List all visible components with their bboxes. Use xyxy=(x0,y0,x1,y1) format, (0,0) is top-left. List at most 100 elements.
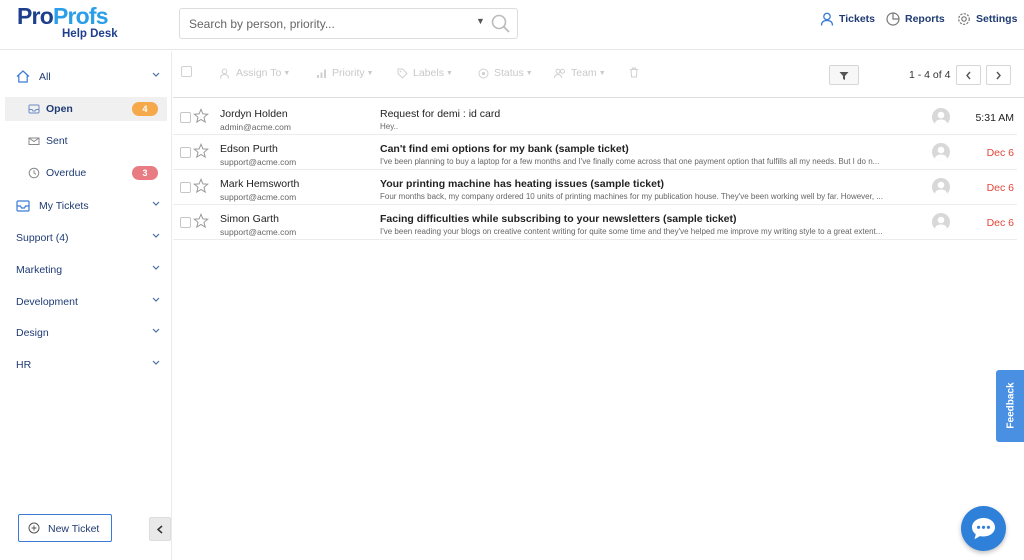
ticket-time: Dec 6 xyxy=(986,147,1014,159)
overdue-count-badge: 3 xyxy=(132,166,158,180)
ticket-subject[interactable]: Facing difficulties while subscribing to… xyxy=(380,213,737,225)
priority-dropdown[interactable]: Priority ▼ xyxy=(316,67,374,79)
avatar xyxy=(932,213,950,231)
next-page-button[interactable] xyxy=(986,65,1011,85)
inbox-stack-icon xyxy=(16,200,30,212)
requester-email: support@acme.com xyxy=(220,157,297,167)
status-icon xyxy=(478,68,489,78)
chevron-down-icon xyxy=(152,265,160,270)
requester-name: Jordyn Holden xyxy=(220,108,288,120)
team-dropdown[interactable]: Team ▼ xyxy=(554,67,606,79)
logo-subtitle: Help Desk xyxy=(62,28,118,40)
star-icon[interactable] xyxy=(193,213,209,229)
chevron-down-icon xyxy=(152,233,160,238)
pagination-text: 1 - 4 of 4 xyxy=(909,69,951,81)
sidebar-item-all[interactable]: All xyxy=(0,64,172,90)
ticket-row[interactable]: Mark Hemsworth support@acme.com Your pri… xyxy=(173,170,1017,205)
select-all-checkbox[interactable] xyxy=(181,66,192,77)
pie-chart-icon xyxy=(886,12,900,26)
ticket-preview: Hey.. xyxy=(380,122,399,131)
ticket-subject[interactable]: Your printing machine has heating issues… xyxy=(380,178,664,190)
chevron-left-icon xyxy=(966,71,971,80)
row-checkbox[interactable] xyxy=(180,147,191,158)
proprofs-logo[interactable]: ProProfs Help Desk xyxy=(17,3,129,47)
chat-button[interactable] xyxy=(961,506,1006,551)
chevron-down-icon xyxy=(152,360,160,365)
top-header: ProProfs Help Desk ▼ Tickets Reports Set… xyxy=(0,0,1024,50)
feedback-tab[interactable]: Feedback xyxy=(996,370,1024,442)
team-icon xyxy=(554,68,565,78)
nav-tickets[interactable]: Tickets xyxy=(820,12,875,26)
requester-name: Edson Purth xyxy=(220,143,278,155)
avatar xyxy=(932,143,950,161)
labels-dropdown[interactable]: Labels ▼ xyxy=(397,67,453,79)
filter-button[interactable] xyxy=(829,65,859,85)
open-count-badge: 4 xyxy=(132,102,158,116)
requester-name: Simon Garth xyxy=(220,213,279,225)
ticket-subject[interactable]: Request for demi : id card xyxy=(380,108,500,120)
requester-email: support@acme.com xyxy=(220,192,297,202)
gear-icon xyxy=(958,13,970,25)
star-icon[interactable] xyxy=(193,178,209,194)
row-checkbox[interactable] xyxy=(180,217,191,228)
chevron-down-icon xyxy=(152,72,160,77)
nav-settings[interactable]: Settings xyxy=(957,12,1017,26)
star-icon[interactable] xyxy=(193,143,209,159)
requester-name: Mark Hemsworth xyxy=(220,178,300,190)
chat-bubble-icon xyxy=(972,518,995,540)
avatar xyxy=(932,108,950,126)
ticket-preview: Four months back, my company ordered 10 … xyxy=(380,192,883,201)
sidebar-group-hr[interactable]: HR xyxy=(0,352,172,378)
delete-button[interactable] xyxy=(629,67,644,78)
chevron-left-icon xyxy=(156,525,163,534)
star-icon[interactable] xyxy=(193,108,209,124)
search-dropdown-icon[interactable]: ▼ xyxy=(476,16,485,26)
sidebar-group-development[interactable]: Development xyxy=(0,289,172,315)
sidebar-item-sent[interactable]: Sent xyxy=(5,129,167,153)
avatar xyxy=(932,178,950,196)
ticket-time: Dec 6 xyxy=(986,182,1014,194)
sidebar-item-my-tickets[interactable]: My Tickets xyxy=(0,193,172,219)
row-checkbox[interactable] xyxy=(180,112,191,123)
sidebar-item-open[interactable]: Open 4 xyxy=(5,97,167,121)
ticket-time: Dec 6 xyxy=(986,217,1014,229)
user-icon xyxy=(820,12,834,26)
previous-page-button[interactable] xyxy=(956,65,981,85)
new-ticket-button[interactable]: New Ticket xyxy=(18,514,112,542)
sidebar: All Open 4 Sent Overdue 3 My Tickets Sup… xyxy=(0,51,172,560)
sidebar-group-support[interactable]: Support (4) xyxy=(0,225,172,251)
ticket-preview: I've been reading your blogs on creative… xyxy=(380,227,883,236)
clock-icon xyxy=(28,167,40,179)
inbox-icon xyxy=(28,104,40,114)
sidebar-item-overdue[interactable]: Overdue 3 xyxy=(5,161,167,185)
ticket-row[interactable]: Simon Garth support@acme.com Facing diff… xyxy=(173,205,1017,240)
ticket-toolbar: Assign To ▼ Priority ▼ Labels ▼ Status ▼ Tea… xyxy=(173,51,1024,98)
chevron-right-icon xyxy=(996,71,1001,80)
requester-email: admin@acme.com xyxy=(220,122,291,132)
search-input[interactable] xyxy=(180,9,470,38)
ticket-row[interactable]: Jordyn Holden admin@acme.com Request for… xyxy=(173,100,1017,135)
nav-reports[interactable]: Reports xyxy=(886,12,945,26)
row-checkbox[interactable] xyxy=(180,182,191,193)
ticket-time: 5:31 AM xyxy=(975,112,1014,124)
assign-to-dropdown[interactable]: Assign To ▼ xyxy=(220,67,290,79)
user-plus-icon xyxy=(220,68,229,79)
sidebar-group-marketing[interactable]: Marketing xyxy=(0,257,172,283)
collapse-sidebar-button[interactable] xyxy=(149,517,171,541)
chevron-down-icon xyxy=(152,297,160,302)
chevron-down-icon xyxy=(152,328,160,333)
priority-bars-icon xyxy=(317,69,326,78)
home-icon xyxy=(16,70,30,83)
tag-icon xyxy=(397,68,408,79)
send-icon xyxy=(28,137,40,145)
status-dropdown[interactable]: Status ▼ xyxy=(478,67,533,79)
sidebar-group-design[interactable]: Design xyxy=(0,320,172,346)
plus-circle-icon xyxy=(28,522,40,534)
chevron-down-icon xyxy=(152,201,160,206)
trash-icon xyxy=(630,67,638,78)
ticket-subject[interactable]: Can't find emi options for my bank (samp… xyxy=(380,143,629,155)
search-icon[interactable] xyxy=(491,14,511,34)
filter-icon xyxy=(839,72,849,80)
ticket-row[interactable]: Edson Purth support@acme.com Can't find … xyxy=(173,135,1017,170)
ticket-preview: I've been planning to buy a laptop for a… xyxy=(380,157,880,166)
